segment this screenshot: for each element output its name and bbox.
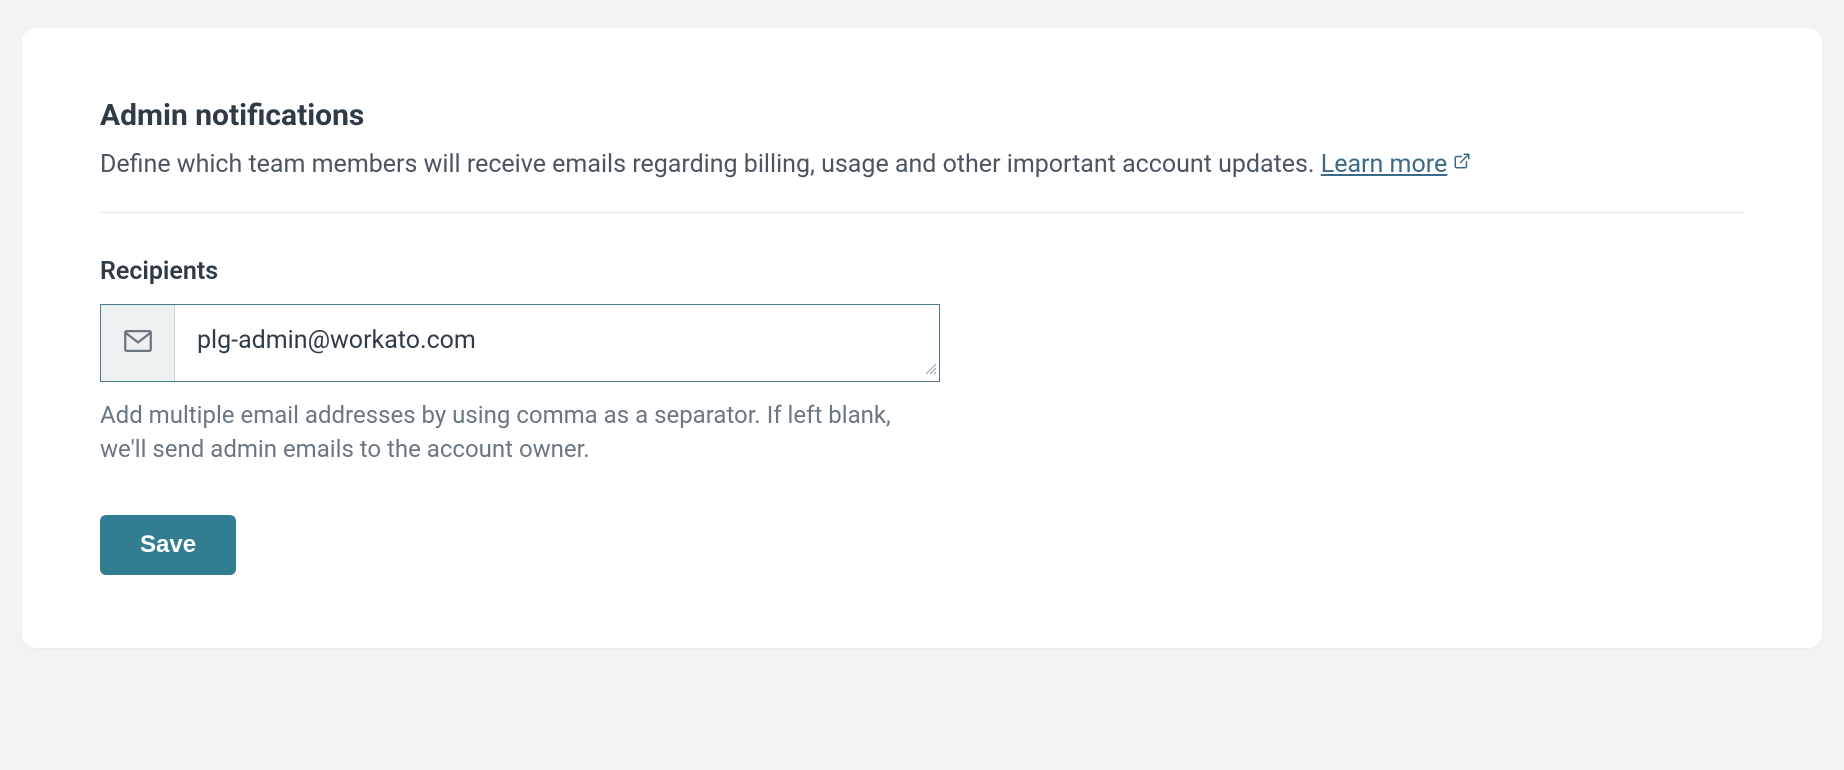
learn-more-label: Learn more (1321, 150, 1447, 179)
envelope-icon (121, 324, 155, 362)
recipients-input[interactable] (175, 305, 939, 381)
recipients-helper-text: Add multiple email addresses by using co… (100, 398, 940, 468)
admin-notifications-card: Admin notifications Define which team me… (22, 28, 1822, 648)
email-icon-box (101, 305, 175, 381)
external-link-icon (1453, 145, 1471, 181)
section-description: Define which team members will receive e… (100, 147, 1744, 184)
save-button[interactable]: Save (100, 515, 236, 575)
recipients-input-wrap (100, 304, 940, 382)
divider (100, 212, 1744, 213)
section-description-text: Define which team members will receive e… (100, 150, 1321, 179)
section-title: Admin notifications (100, 98, 1744, 133)
recipients-label: Recipients (100, 257, 1744, 286)
learn-more-link[interactable]: Learn more (1321, 150, 1471, 179)
